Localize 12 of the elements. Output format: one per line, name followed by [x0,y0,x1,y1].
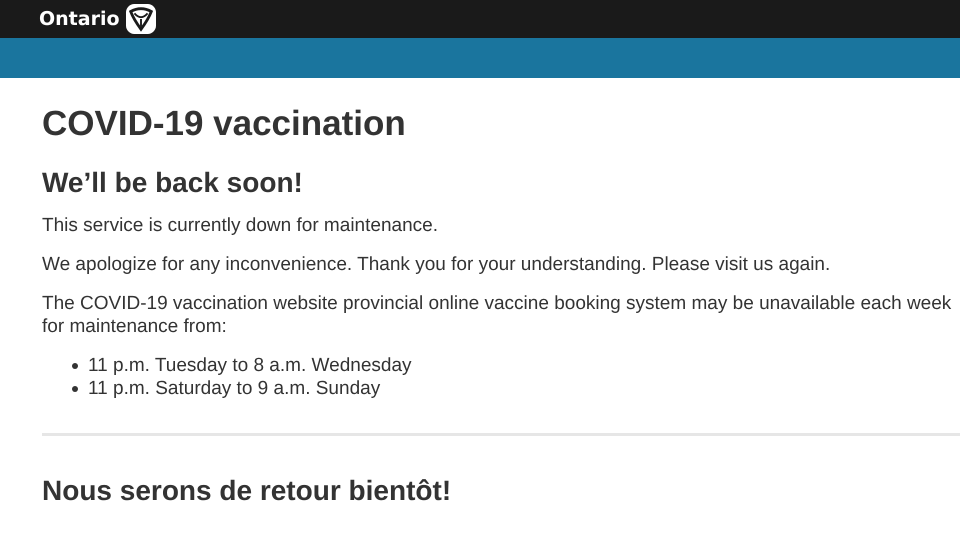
page-title: COVID-19 vaccination [42,103,407,145]
bullet-icon [72,386,78,392]
list-item-text: 11 p.m. Saturday to 9 a.m. Sunday [88,377,380,400]
list-item-text: 11 p.m. Tuesday to 8 a.m. Wednesday [88,354,412,377]
paragraph: This service is currently down for maintenance. [42,214,439,237]
bullet-icon [72,362,78,368]
paragraph: We apologize for any inconvenience. Thank you for your understanding. Please visit us again. [42,253,832,276]
paragraph: The COVID-19 vaccination website provincial online vaccine booking system may be unavailable each week for maintenance from: [42,292,952,338]
section-heading: Nous serons de retour bientôt! [42,474,452,508]
logo-text[interactable]: Ontario [39,10,120,28]
section-heading: We’ll be back soon! [42,166,304,200]
trillium-logo-icon[interactable] [126,4,156,34]
